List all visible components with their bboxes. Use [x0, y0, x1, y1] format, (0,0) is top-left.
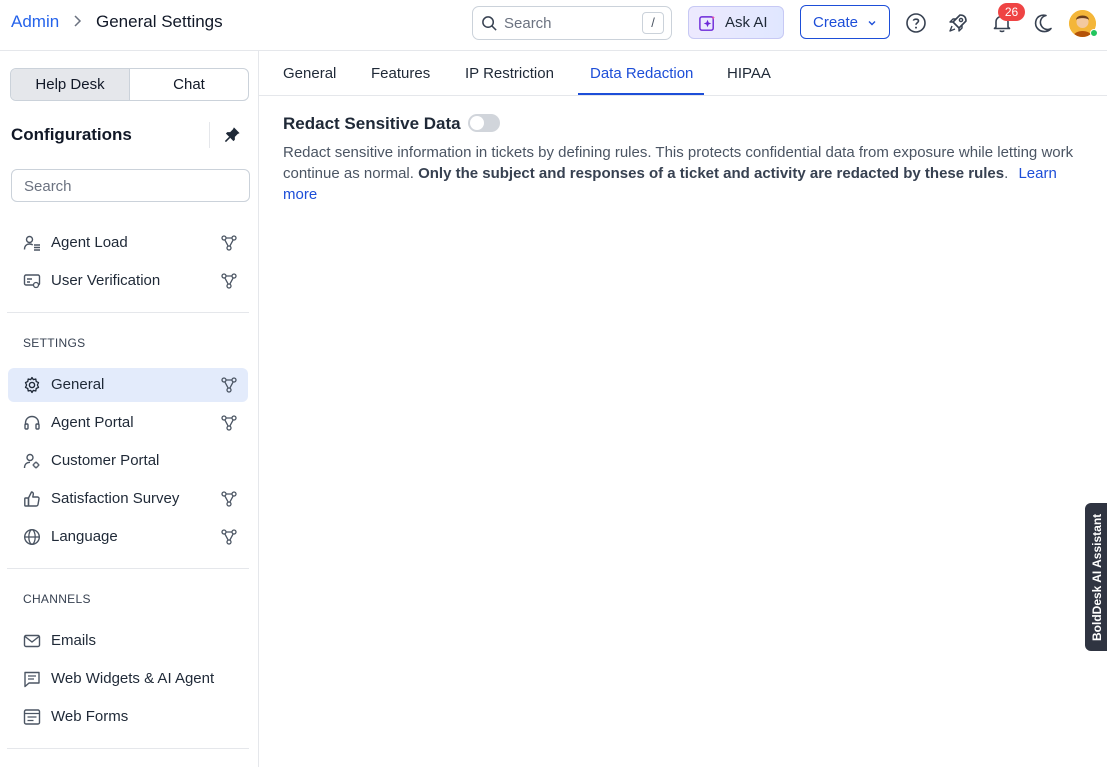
- sidebar-item-agent-portal[interactable]: Agent Portal: [8, 406, 248, 440]
- page-title: General Settings: [96, 12, 223, 31]
- sidebar-item-label: General: [51, 376, 105, 393]
- sidebar-item-general[interactable]: General: [8, 368, 248, 402]
- global-search-input[interactable]: Search /: [472, 6, 672, 40]
- sidebar-item-label: Emails: [51, 632, 97, 649]
- sidebar-search-input[interactable]: Search: [11, 169, 250, 202]
- create-label: Create: [813, 14, 859, 31]
- divider: [209, 122, 210, 148]
- sidebar-item-satisfaction-survey[interactable]: Satisfaction Survey: [8, 482, 248, 516]
- workflow-icon: [221, 529, 237, 545]
- workflow-icon: [221, 273, 237, 289]
- mail-icon: [23, 634, 41, 648]
- section-title: Redact Sensitive Data: [283, 114, 461, 133]
- workflow-icon: [221, 377, 237, 393]
- chevron-right-icon: [74, 15, 82, 27]
- sidebar-item-agent-load[interactable]: Agent Load: [8, 226, 248, 260]
- segment-chat[interactable]: Chat: [130, 69, 248, 100]
- sidebar-item-web-forms[interactable]: Web Forms: [8, 700, 248, 734]
- ai-sparkle-icon: [699, 15, 716, 31]
- sidebar-item-label: Web Forms: [51, 708, 129, 725]
- ask-ai-label: Ask AI: [725, 14, 768, 31]
- sidebar-title: Configurations: [11, 125, 132, 144]
- notification-count-badge: 26: [998, 3, 1025, 21]
- sidebar-search-placeholder: Search: [24, 178, 72, 195]
- tab-hipaa[interactable]: HIPAA: [727, 65, 771, 82]
- sidebar-item-label: Agent Load: [51, 234, 128, 251]
- tab-data-redaction[interactable]: Data Redaction: [590, 65, 693, 82]
- headset-icon: [24, 415, 40, 430]
- settings-section-title: SETTINGS: [23, 336, 86, 350]
- pin-icon[interactable]: [224, 126, 241, 143]
- create-button[interactable]: Create: [800, 5, 890, 39]
- id-card-icon: [23, 274, 41, 289]
- settings-tabs: General Features IP Restriction Data Red…: [259, 51, 1107, 96]
- tab-general[interactable]: General: [283, 65, 336, 82]
- channels-section-title: CHANNELS: [23, 592, 91, 606]
- workflow-icon: [221, 235, 237, 251]
- chat-widget-icon: [24, 671, 40, 688]
- sidebar-item-user-verification[interactable]: User Verification: [8, 264, 248, 298]
- divider: [7, 568, 249, 569]
- tab-features[interactable]: Features: [371, 65, 430, 82]
- breadcrumb-admin-link[interactable]: Admin: [11, 12, 59, 32]
- user-gear-icon: [23, 453, 40, 469]
- sidebar-item-label: Agent Portal: [51, 414, 134, 431]
- description-bold-text: Only the subject and responses of a tick…: [418, 165, 1005, 182]
- moon-icon[interactable]: [1032, 12, 1054, 34]
- ai-assistant-label: BoldDesk AI Assistant: [1090, 513, 1104, 641]
- sidebar-item-language[interactable]: Language: [8, 520, 248, 554]
- sidebar-item-label: Satisfaction Survey: [51, 490, 180, 507]
- redact-toggle[interactable]: [468, 114, 500, 132]
- sidebar-item-emails[interactable]: Emails: [8, 624, 248, 658]
- gear-icon: [24, 376, 40, 394]
- online-status-dot: [1090, 29, 1098, 37]
- sidebar-item-customer-portal[interactable]: Customer Portal: [8, 444, 248, 478]
- sidebar-item-label: User Verification: [51, 272, 161, 289]
- divider: [7, 312, 249, 313]
- thumbs-up-icon: [24, 491, 40, 507]
- toggle-knob: [470, 116, 484, 130]
- ask-ai-button[interactable]: Ask AI: [688, 6, 784, 39]
- product-switcher: Help Desk Chat: [10, 68, 249, 101]
- sidebar-item-label: Web Widgets & AI Agent: [51, 670, 215, 687]
- divider: [7, 748, 249, 749]
- tab-ip-restriction[interactable]: IP Restriction: [465, 65, 554, 82]
- sidebar-item-web-widgets[interactable]: Web Widgets & AI Agent: [8, 662, 248, 696]
- top-header: Admin General Settings Search / Ask AI C…: [0, 0, 1107, 51]
- sidebar-item-label: Customer Portal: [51, 452, 160, 469]
- sidebar-item-label: Language: [51, 528, 118, 545]
- workflow-icon: [221, 491, 237, 507]
- globe-icon: [23, 528, 41, 546]
- form-icon: [23, 709, 41, 725]
- rocket-icon[interactable]: [947, 12, 969, 34]
- ai-assistant-tab[interactable]: BoldDesk AI Assistant: [1085, 503, 1107, 651]
- search-shortcut-key: /: [642, 12, 664, 34]
- search-placeholder: Search: [504, 15, 552, 32]
- section-description: Redact sensitive information in tickets …: [283, 144, 1074, 203]
- search-icon: [482, 16, 497, 31]
- active-tab-indicator: [578, 93, 704, 95]
- workflow-icon: [221, 415, 237, 431]
- chevron-down-icon: [868, 21, 876, 26]
- user-list-icon: [23, 235, 40, 251]
- segment-help-desk[interactable]: Help Desk: [11, 69, 130, 100]
- sidebar: Help Desk Chat Configurations Search Age…: [0, 51, 259, 767]
- help-icon[interactable]: [905, 12, 927, 34]
